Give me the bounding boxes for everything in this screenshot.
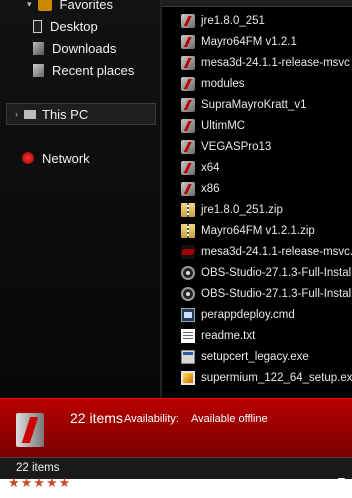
file-name: VEGASPro13 [201,141,272,153]
list-item[interactable]: SupraMayroKratt_v1 [162,95,352,115]
list-item[interactable]: OBS-Studio-27.1.3-Full-Installer [162,263,352,283]
nav-item-label: Recent places [52,62,135,78]
rating-stars-icon: ★★★★★ [8,475,72,490]
nav-item-label: Favorites [59,0,113,12]
file-name: modules [201,78,245,90]
recent-places-icon [33,63,44,77]
file-name: UltimMC [201,120,246,132]
background-window-strip: ★★★★★ [0,475,352,498]
list-item[interactable]: jre1.8.0_251.zip [162,200,352,220]
folder-icon [181,35,195,49]
navigation-pane: ▾ Favorites Desktop Downloads Recent pla… [0,0,160,398]
list-item[interactable]: mesa3d-24.1.1-release-msvc.7z [162,242,352,262]
file-name: readme.txt [201,330,256,342]
file-name: supermium_122_64_setup.exe [201,372,352,384]
folder-icon [181,77,195,91]
list-item[interactable]: VEGASPro13 [162,137,352,157]
cmd-icon [181,308,195,322]
folder-icon [181,98,195,112]
installer-icon [181,371,195,385]
folder-icon [181,182,195,196]
star-icon [37,0,52,11]
nav-item-desktop[interactable]: Desktop [33,16,98,36]
chevron-down-icon[interactable]: ▾ [27,0,32,10]
list-item[interactable]: UltimMC [162,116,352,136]
nav-item-favorites[interactable]: ▾ Favorites [27,0,113,14]
nav-item-downloads[interactable]: Downloads [33,38,116,58]
txt-icon [181,329,195,343]
nav-item-label: This PC [42,106,89,122]
list-item[interactable]: OBS-Studio-27.1.3-Full-Installer [162,284,352,304]
file-name: jre1.8.0_251 [201,15,265,27]
file-name: Mayro64FM v1.2.1 [201,36,297,48]
file-name: setupcert_legacy.exe [201,351,309,363]
column-header[interactable] [162,0,352,7]
nav-item-label: Network [42,150,90,166]
exe-icon [181,350,195,364]
folder-thumbnail-icon [12,411,48,449]
file-name: mesa3d-24.1.1-release-msvc [201,57,350,69]
nav-item-label: Downloads [52,40,117,56]
folder-icon [181,119,195,133]
list-item[interactable]: Mayro64FM v1.2.1.zip [162,221,352,241]
zip-icon [181,224,195,238]
obs-icon [181,287,195,301]
file-name: mesa3d-24.1.1-release-msvc.7z [201,246,352,258]
availability-label: Availability: [124,413,179,425]
details-pane: 22 items Availability: Available offline [0,398,352,457]
list-item[interactable]: x86 [162,179,352,199]
file-name: x64 [201,162,220,174]
list-item[interactable]: x64 [162,158,352,178]
network-icon [22,152,34,164]
nav-item-label: Desktop [50,18,98,34]
folder-icon [181,14,195,28]
file-name: SupraMayroKratt_v1 [201,99,307,111]
computer-icon [24,109,36,119]
file-name: Mayro64FM v1.2.1.zip [201,225,315,237]
7z-icon [181,245,195,259]
zip-icon [181,203,195,217]
item-count: 22 items [70,410,123,426]
file-name: perappdeploy.cmd [201,309,295,321]
file-name: x86 [201,183,220,195]
file-list: jre1.8.0_251 Mayro64FM v1.2.1 mesa3d-24.… [162,0,352,398]
mouse-cursor-icon [338,478,345,492]
downloads-icon [33,41,44,55]
list-item[interactable]: perappdeploy.cmd [162,305,352,325]
file-name: OBS-Studio-27.1.3-Full-Installer [201,288,352,300]
desktop-icon [33,19,42,33]
availability-value: Available offline [191,413,268,425]
list-item[interactable]: mesa3d-24.1.1-release-msvc [162,53,352,73]
list-item[interactable]: readme.txt [162,326,352,346]
folder-icon [181,161,195,175]
file-name: jre1.8.0_251.zip [201,204,283,216]
list-item[interactable]: supermium_122_64_setup.exe [162,368,352,388]
list-item[interactable]: modules [162,74,352,94]
folder-icon [181,56,195,70]
list-item[interactable]: Mayro64FM v1.2.1 [162,32,352,52]
folder-icon [181,140,195,154]
status-item-count: 22 items [16,462,60,474]
chevron-right-icon[interactable]: › [15,109,18,119]
list-item[interactable]: setupcert_legacy.exe [162,347,352,367]
nav-item-network[interactable]: Network [22,148,90,168]
list-item[interactable]: jre1.8.0_251 [162,11,352,31]
nav-item-recent-places[interactable]: Recent places [33,60,134,80]
file-name: OBS-Studio-27.1.3-Full-Installer [201,267,352,279]
nav-item-this-pc[interactable]: › This PC [6,103,156,125]
obs-icon [181,266,195,280]
